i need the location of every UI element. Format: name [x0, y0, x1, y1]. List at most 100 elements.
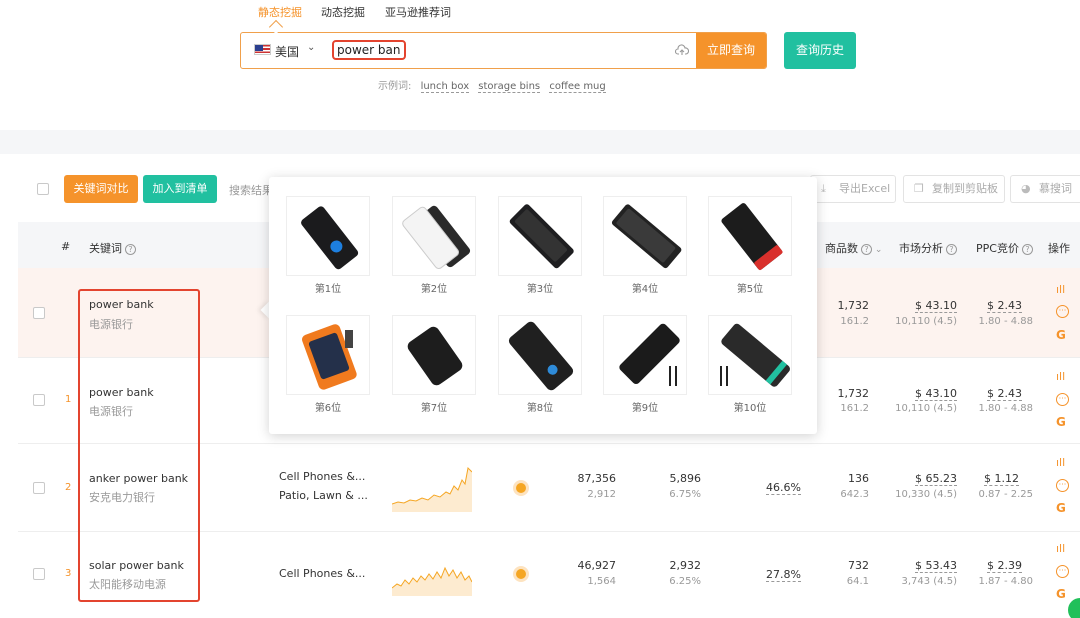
- query-history-button[interactable]: 查询历史: [784, 32, 856, 69]
- bar-chart-icon[interactable]: ıll: [1056, 456, 1065, 469]
- row-checkbox[interactable]: [33, 307, 45, 319]
- rank-label: 第4位: [631, 284, 659, 295]
- google-icon[interactable]: G: [1056, 587, 1066, 601]
- product-thumb[interactable]: 第2位: [392, 196, 476, 295]
- header-products[interactable]: 商品数? ⌄: [825, 240, 882, 256]
- product-count: 732: [848, 559, 869, 572]
- header-keyword[interactable]: 关键词?: [89, 240, 136, 256]
- help-icon[interactable]: ?: [125, 244, 136, 255]
- rank-label: 第6位: [314, 403, 342, 414]
- product-thumb[interactable]: 第9位: [603, 315, 687, 414]
- bar-chart-icon[interactable]: ıll: [1056, 283, 1065, 296]
- copy-icon: ❐: [914, 182, 924, 195]
- help-icon[interactable]: ?: [1021, 244, 1033, 255]
- bar-chart-icon[interactable]: ıll: [1056, 370, 1065, 383]
- export-excel-label: 导出Excel: [839, 182, 891, 195]
- row-checkbox[interactable]: [33, 568, 45, 580]
- power-bank-image: [301, 206, 359, 270]
- section-divider: [0, 130, 1080, 154]
- select-all-checkbox[interactable]: [37, 183, 49, 195]
- ppc-range: 1.80 - 4.88: [978, 316, 1034, 327]
- ppc-bid[interactable]: $ 2.39: [987, 559, 1022, 573]
- product-thumb[interactable]: 第6位: [286, 315, 370, 414]
- product-thumb[interactable]: 第4位: [603, 196, 687, 295]
- more-icon[interactable]: ···: [1056, 305, 1069, 318]
- google-icon[interactable]: G: [1056, 415, 1066, 429]
- more-icon[interactable]: ···: [1056, 479, 1069, 492]
- market-reviews: 10,330 (4.5): [895, 489, 957, 500]
- row-index: 1: [65, 394, 72, 405]
- example-keyword[interactable]: lunch box: [420, 81, 470, 93]
- tab-amazon-recommended[interactable]: 亚马逊推荐词: [385, 4, 451, 20]
- example-keyword[interactable]: coffee mug: [549, 81, 606, 93]
- cloud-upload-icon[interactable]: [675, 44, 689, 56]
- copy-clipboard-button[interactable]: ❐ 复制到剪贴板: [903, 175, 1005, 203]
- help-icon[interactable]: ?: [946, 244, 957, 255]
- download-icon: ⤓: [821, 182, 826, 195]
- help-icon[interactable]: ?: [861, 244, 872, 255]
- keyword-input[interactable]: [332, 40, 406, 60]
- click-share[interactable]: 27.8%: [766, 568, 801, 582]
- market-price[interactable]: $ 65.23: [915, 472, 957, 486]
- power-bank-image: [721, 203, 783, 271]
- export-excel-button[interactable]: ⤓ 导出Excel: [810, 175, 896, 203]
- ppc-range: 1.87 - 4.80: [978, 576, 1034, 587]
- product-thumb[interactable]: 第5位: [708, 196, 792, 295]
- power-bank-image: [611, 204, 682, 269]
- google-icon[interactable]: G: [1056, 501, 1066, 515]
- pie-chart-icon: ◕: [1021, 182, 1031, 195]
- product-thumb[interactable]: 第7位: [392, 315, 476, 414]
- market-price[interactable]: $ 43.10: [915, 387, 957, 401]
- more-icon[interactable]: ···: [1056, 393, 1069, 406]
- header-ppc[interactable]: PPC竞价?: [976, 240, 1033, 256]
- category-text[interactable]: Patio, Lawn & ...: [279, 489, 368, 502]
- rank-label: 第2位: [420, 284, 448, 295]
- rank-label: 第10位: [733, 403, 767, 414]
- market-price[interactable]: $ 43.10: [915, 299, 957, 313]
- search-result-count: 搜索结果: [229, 184, 273, 197]
- row-checkbox[interactable]: [33, 482, 45, 494]
- product-thumb[interactable]: 第1位: [286, 196, 370, 295]
- product-thumb[interactable]: 第8位: [498, 315, 582, 414]
- chevron-down-icon[interactable]: ⌄: [307, 42, 315, 53]
- product-count-sub: 64.1: [846, 576, 869, 587]
- more-icon[interactable]: ···: [1056, 565, 1069, 578]
- product-thumb[interactable]: 第10位: [708, 315, 792, 414]
- product-thumb[interactable]: 第3位: [498, 196, 582, 295]
- ppc-bid[interactable]: $ 2.43: [987, 299, 1022, 313]
- market-reviews: 10,110 (4.5): [895, 403, 957, 414]
- purchase-count: 5,896: [669, 472, 702, 485]
- ppc-bid[interactable]: $ 1.12: [984, 472, 1019, 486]
- market-price[interactable]: $ 53.43: [915, 559, 957, 573]
- copy-clipboard-label: 复制到剪贴板: [932, 182, 998, 195]
- examples-label: 示例词:: [378, 81, 412, 92]
- us-flag-icon: [254, 44, 271, 55]
- header-ppc-label: PPC竞价: [976, 242, 1019, 255]
- category-text[interactable]: Cell Phones &...: [279, 567, 365, 580]
- click-share[interactable]: 46.6%: [766, 481, 801, 495]
- tab-static-mining[interactable]: 静态挖掘: [258, 4, 302, 20]
- country-select[interactable]: 美国: [275, 43, 299, 60]
- search-volume-sub: 1,564: [587, 576, 616, 587]
- status-dot-icon: [516, 569, 526, 579]
- example-keyword[interactable]: storage bins: [478, 81, 541, 93]
- search-volume-sub: 2,912: [587, 489, 616, 500]
- search-now-button[interactable]: 立即查询: [696, 33, 766, 68]
- category-text[interactable]: Cell Phones &...: [279, 470, 365, 483]
- stats-button[interactable]: ◕ 慕搜词: [1010, 175, 1080, 203]
- ppc-range: 1.80 - 4.88: [978, 403, 1034, 414]
- product-count-sub: 642.3: [840, 489, 869, 500]
- row-checkbox[interactable]: [33, 394, 45, 406]
- search-volume: 46,927: [577, 559, 617, 572]
- header-market[interactable]: 市场分析?: [899, 240, 957, 256]
- google-icon[interactable]: G: [1056, 328, 1066, 342]
- add-to-list-button[interactable]: 加入到清单: [143, 175, 217, 203]
- sort-chevron-icon[interactable]: ⌄: [872, 245, 883, 255]
- trend-sparkline[interactable]: [392, 554, 472, 596]
- keyword-compare-button[interactable]: 关键词对比: [64, 175, 138, 203]
- tab-dynamic-mining[interactable]: 动态挖掘: [321, 4, 365, 20]
- ppc-bid[interactable]: $ 2.43: [987, 387, 1022, 401]
- product-count-sub: 161.2: [840, 316, 869, 327]
- trend-sparkline[interactable]: [392, 462, 472, 512]
- bar-chart-icon[interactable]: ıll: [1056, 542, 1065, 555]
